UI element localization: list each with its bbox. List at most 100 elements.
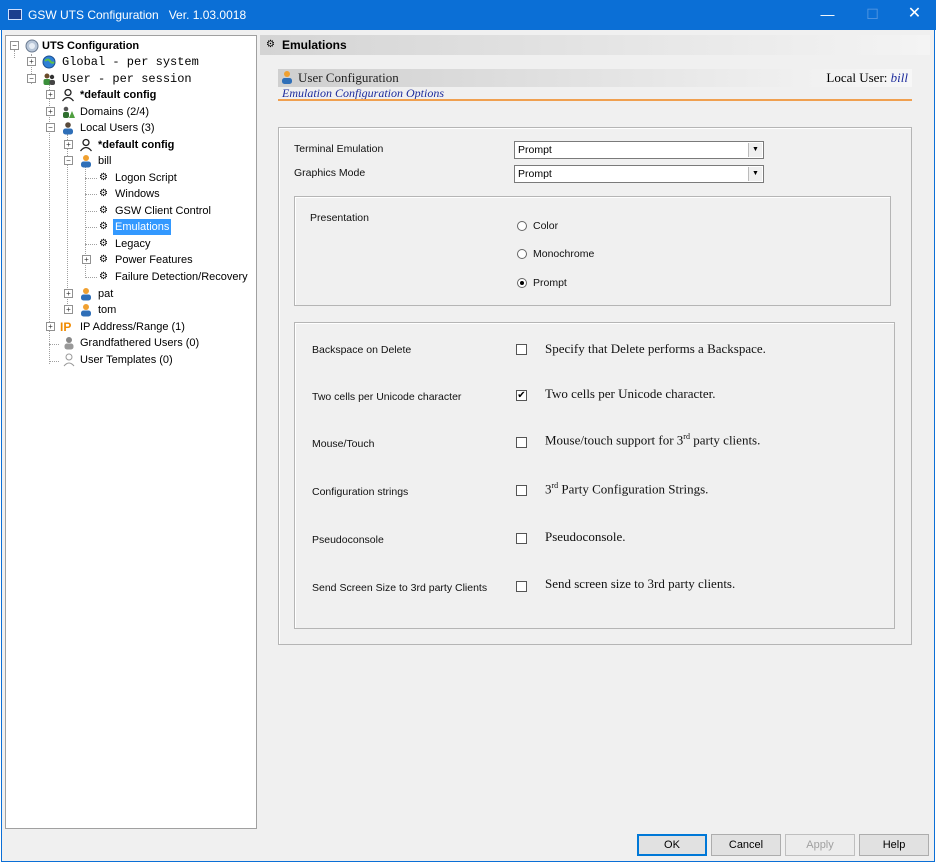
user-icon bbox=[282, 71, 292, 84]
app-icon bbox=[8, 9, 22, 20]
user-icon bbox=[81, 155, 91, 168]
tree-item-windows[interactable]: ⚙ Windows bbox=[6, 186, 246, 202]
tree-node-grandfathered[interactable]: Grandfathered Users (0) bbox=[6, 335, 246, 351]
ordinal-suffix: rd bbox=[683, 432, 690, 441]
local-users-icon bbox=[63, 122, 73, 135]
app-version: Ver. 1.03.0018 bbox=[168, 8, 247, 22]
expand-icon[interactable]: + bbox=[82, 255, 91, 264]
tree-user-label: User - per session bbox=[62, 72, 192, 86]
expand-icon[interactable]: + bbox=[64, 289, 73, 298]
tree-node-lu-default-config[interactable]: + *default config bbox=[6, 137, 246, 153]
tree-item-label-selected: Emulations bbox=[113, 219, 172, 235]
user-outline-icon bbox=[61, 88, 75, 102]
grey-user-icon bbox=[64, 337, 74, 350]
pseudoconsole-checkbox[interactable] bbox=[516, 533, 527, 544]
radio-color-label[interactable]: Color bbox=[533, 220, 558, 232]
user-outline-icon bbox=[79, 138, 93, 152]
radio-monochrome[interactable] bbox=[517, 249, 527, 259]
tree-item-gsw-client-control[interactable]: ⚙ GSW Client Control bbox=[6, 203, 246, 219]
mouse-touch-desc-text: Mouse/touch support for 3 bbox=[545, 432, 684, 448]
tree-item-label: GSW Client Control bbox=[115, 205, 211, 217]
right-pane: ⚙ Emulations User Configuration Local Us… bbox=[260, 35, 930, 829]
tree-item-logon-script[interactable]: ⚙ Logon Script bbox=[6, 170, 246, 186]
local-user-label: Local User: bbox=[826, 70, 888, 85]
tree-item-emulations[interactable]: ⚙ Emulations bbox=[6, 219, 246, 235]
tree-node-default-config[interactable]: + *default config bbox=[6, 87, 246, 103]
help-button[interactable]: Help bbox=[859, 834, 929, 856]
terminal-emulation-label: Terminal Emulation bbox=[294, 143, 384, 155]
tree-item-power-features[interactable]: + ⚙ Power Features bbox=[6, 252, 246, 268]
mouse-touch-checkbox[interactable] bbox=[516, 437, 527, 448]
terminal-emulation-value: Prompt bbox=[518, 144, 552, 156]
tree-node-global[interactable]: + Global - per system bbox=[6, 54, 246, 70]
expand-icon[interactable]: + bbox=[27, 57, 36, 66]
tree-node-root[interactable]: − UTS Configuration bbox=[6, 38, 246, 54]
radio-prompt-label[interactable]: Prompt bbox=[533, 277, 567, 289]
expand-icon[interactable]: + bbox=[46, 322, 55, 331]
tree-item-failure-detection[interactable]: ⚙ Failure Detection/Recovery bbox=[6, 269, 248, 285]
collapse-icon[interactable]: − bbox=[64, 156, 73, 165]
tree-tom-label: tom bbox=[98, 304, 117, 316]
expand-icon[interactable]: + bbox=[64, 305, 73, 314]
user-config-title: User Configuration bbox=[298, 70, 399, 85]
tree-item-label: Legacy bbox=[115, 238, 151, 250]
collapse-icon[interactable]: − bbox=[46, 123, 55, 132]
send-screen-size-checkbox[interactable] bbox=[516, 581, 527, 592]
domain-users-icon bbox=[63, 106, 75, 118]
chevron-down-icon[interactable]: ▼ bbox=[748, 143, 762, 157]
tree-node-bill[interactable]: − bill bbox=[6, 153, 246, 169]
tree-default-config-label: *default config bbox=[80, 89, 157, 101]
app-name: GSW UTS Configuration bbox=[28, 8, 159, 22]
tree-item-legacy[interactable]: ⚙ Legacy bbox=[6, 236, 246, 252]
config-tree[interactable]: − UTS Configuration + Global - per syste… bbox=[5, 35, 257, 829]
expand-icon[interactable]: + bbox=[46, 90, 55, 99]
tree-node-tom[interactable]: + tom bbox=[6, 302, 246, 318]
send-screen-size-label: Send Screen Size to 3rd party Clients bbox=[312, 582, 488, 594]
maximize-button[interactable]: ☐ bbox=[850, 0, 895, 30]
cancel-button[interactable]: Cancel bbox=[711, 834, 781, 856]
backspace-on-delete-desc: Specify that Delete performs a Backspace… bbox=[545, 341, 766, 356]
tree-node-ip-range[interactable]: + IP IP Address/Range (1) bbox=[6, 319, 246, 335]
tree-node-domains[interactable]: + Domains (2/4) bbox=[6, 104, 246, 120]
radio-prompt[interactable] bbox=[517, 278, 527, 288]
close-button[interactable]: ✕ bbox=[892, 0, 936, 30]
graphics-mode-select[interactable]: Prompt ▼ bbox=[514, 165, 764, 183]
expand-icon[interactable]: + bbox=[64, 140, 73, 149]
chevron-down-icon[interactable]: ▼ bbox=[748, 167, 762, 181]
collapse-icon[interactable]: − bbox=[27, 74, 36, 83]
minimize-button[interactable]: — bbox=[805, 0, 850, 30]
expand-icon[interactable]: + bbox=[46, 107, 55, 116]
gear-icon: ⚙ bbox=[99, 172, 108, 183]
config-globe-icon bbox=[25, 39, 39, 53]
radio-color[interactable] bbox=[517, 221, 527, 231]
tree-node-user-templates[interactable]: User Templates (0) bbox=[6, 352, 246, 368]
ok-button[interactable]: OK bbox=[637, 834, 707, 856]
tree-ip-label: IP Address/Range (1) bbox=[80, 321, 185, 333]
local-user-name: bill bbox=[890, 70, 908, 85]
backspace-on-delete-checkbox[interactable] bbox=[516, 344, 527, 355]
tree-domains-label: Domains (2/4) bbox=[80, 106, 150, 118]
divider bbox=[278, 99, 912, 101]
title-bar: GSW UTS Configuration Ver. 1.03.0018 — ☐ … bbox=[0, 0, 936, 30]
radio-monochrome-label[interactable]: Monochrome bbox=[533, 248, 594, 260]
configuration-strings-desc: 3rd Party Configuration Strings. bbox=[545, 481, 708, 497]
send-screen-size-desc: Send screen size to 3rd party clients. bbox=[545, 576, 736, 591]
graphics-mode-value: Prompt bbox=[518, 168, 552, 180]
two-cells-unicode-checkbox[interactable]: ✔ bbox=[516, 390, 527, 401]
globe-icon bbox=[42, 55, 56, 69]
collapse-icon[interactable]: − bbox=[10, 41, 19, 50]
gear-icon: ⚙ bbox=[99, 238, 108, 249]
gear-icon: ⚙ bbox=[99, 205, 108, 216]
tree-user-templates-label: User Templates (0) bbox=[80, 354, 173, 366]
tree-bill-label: bill bbox=[98, 155, 112, 167]
tree-node-local-users[interactable]: − Local Users (3) bbox=[6, 120, 246, 136]
tree-node-pat[interactable]: + pat bbox=[6, 286, 246, 302]
tree-node-user[interactable]: − User - per session bbox=[6, 71, 246, 87]
terminal-emulation-select[interactable]: Prompt ▼ bbox=[514, 141, 764, 159]
tree-global-label: Global - per system bbox=[62, 55, 199, 69]
tree-grandfathered-label: Grandfathered Users (0) bbox=[80, 337, 200, 349]
apply-button[interactable]: Apply bbox=[785, 834, 855, 856]
configuration-strings-checkbox[interactable] bbox=[516, 485, 527, 496]
template-user-icon bbox=[63, 353, 75, 367]
mouse-touch-desc-text: party clients. bbox=[689, 432, 761, 448]
